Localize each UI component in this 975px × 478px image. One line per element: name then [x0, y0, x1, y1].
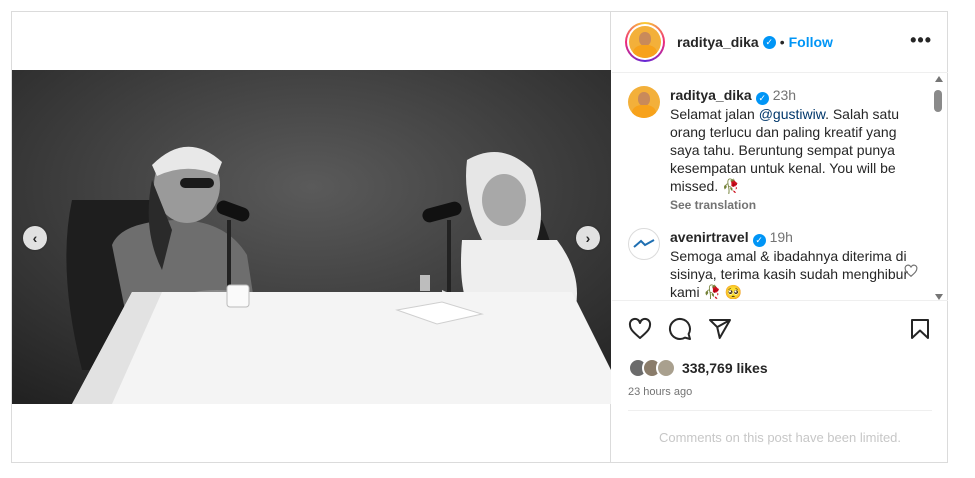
- commenter-avatar[interactable]: [628, 228, 660, 260]
- verified-badge-icon: ✓: [762, 35, 776, 49]
- scroll-up-arrow-icon[interactable]: [935, 76, 943, 82]
- heart-icon[interactable]: [628, 317, 652, 341]
- separator-dot: •: [779, 34, 785, 50]
- caption-text: Selamat jalan @gustiwiw. Salah satu oran…: [670, 105, 899, 194]
- mention-link[interactable]: @gustiwiw: [759, 106, 825, 122]
- author-username[interactable]: raditya_dika: [677, 34, 759, 50]
- caption-avatar[interactable]: [628, 86, 660, 118]
- instagram-post: ‹ › raditya_dika ✓ • Follow ••• raditya_…: [11, 11, 948, 463]
- share-icon[interactable]: [708, 317, 732, 341]
- more-options-icon[interactable]: •••: [910, 31, 932, 49]
- caption-comment: raditya_dika ✓ 23h Selamat jalan @gustiwiw…: [628, 86, 915, 214]
- post-sidebar: raditya_dika ✓ • Follow ••• raditya_dika…: [612, 12, 948, 462]
- author-avatar[interactable]: [625, 22, 665, 62]
- chevron-left-icon: ‹: [32, 230, 38, 246]
- post-header: raditya_dika ✓ • Follow •••: [612, 12, 948, 73]
- chevron-right-icon: ›: [585, 230, 591, 246]
- verified-badge-icon: ✓: [752, 233, 766, 247]
- verified-badge-icon: ✓: [755, 91, 769, 105]
- comment-like-heart-icon[interactable]: [904, 264, 918, 278]
- scroll-thumb[interactable]: [934, 90, 942, 112]
- post-timestamp[interactable]: 23 hours ago: [628, 386, 692, 398]
- likes-count[interactable]: 338,769 likes: [682, 360, 768, 376]
- see-translation-link[interactable]: See translation: [670, 196, 915, 214]
- bookmark-icon[interactable]: [908, 317, 932, 341]
- comment-text: Semoga amal & ibadahnya diterima di sisi…: [670, 247, 909, 300]
- podcast-photo: [12, 70, 611, 404]
- comment-time[interactable]: 19h: [770, 229, 793, 245]
- comment-username[interactable]: avenirtravel: [670, 229, 749, 245]
- comment-username[interactable]: raditya_dika: [670, 87, 752, 103]
- post-photo[interactable]: [12, 70, 611, 404]
- avatar-image: [629, 26, 661, 58]
- liker-avatar: [656, 358, 676, 378]
- comments-limited-notice: Comments on this post have been limited.: [628, 410, 932, 445]
- post-media: ‹ ›: [12, 12, 611, 462]
- comments-scrollbar[interactable]: [933, 76, 945, 300]
- follow-button[interactable]: Follow: [789, 34, 833, 50]
- comments-list: raditya_dika ✓ 23h Selamat jalan @gustiwiw…: [612, 74, 948, 299]
- avenir-logo-icon: [633, 239, 655, 248]
- likes-row[interactable]: 338,769 likes: [628, 358, 768, 378]
- comment-time[interactable]: 23h: [773, 87, 796, 103]
- comment-icon[interactable]: [668, 317, 692, 341]
- carousel-prev-button[interactable]: ‹: [23, 226, 47, 250]
- comment-item: avenirtravel ✓ 19h Semoga amal & ibadahnya…: [628, 228, 915, 299]
- carousel-next-button[interactable]: ›: [576, 226, 600, 250]
